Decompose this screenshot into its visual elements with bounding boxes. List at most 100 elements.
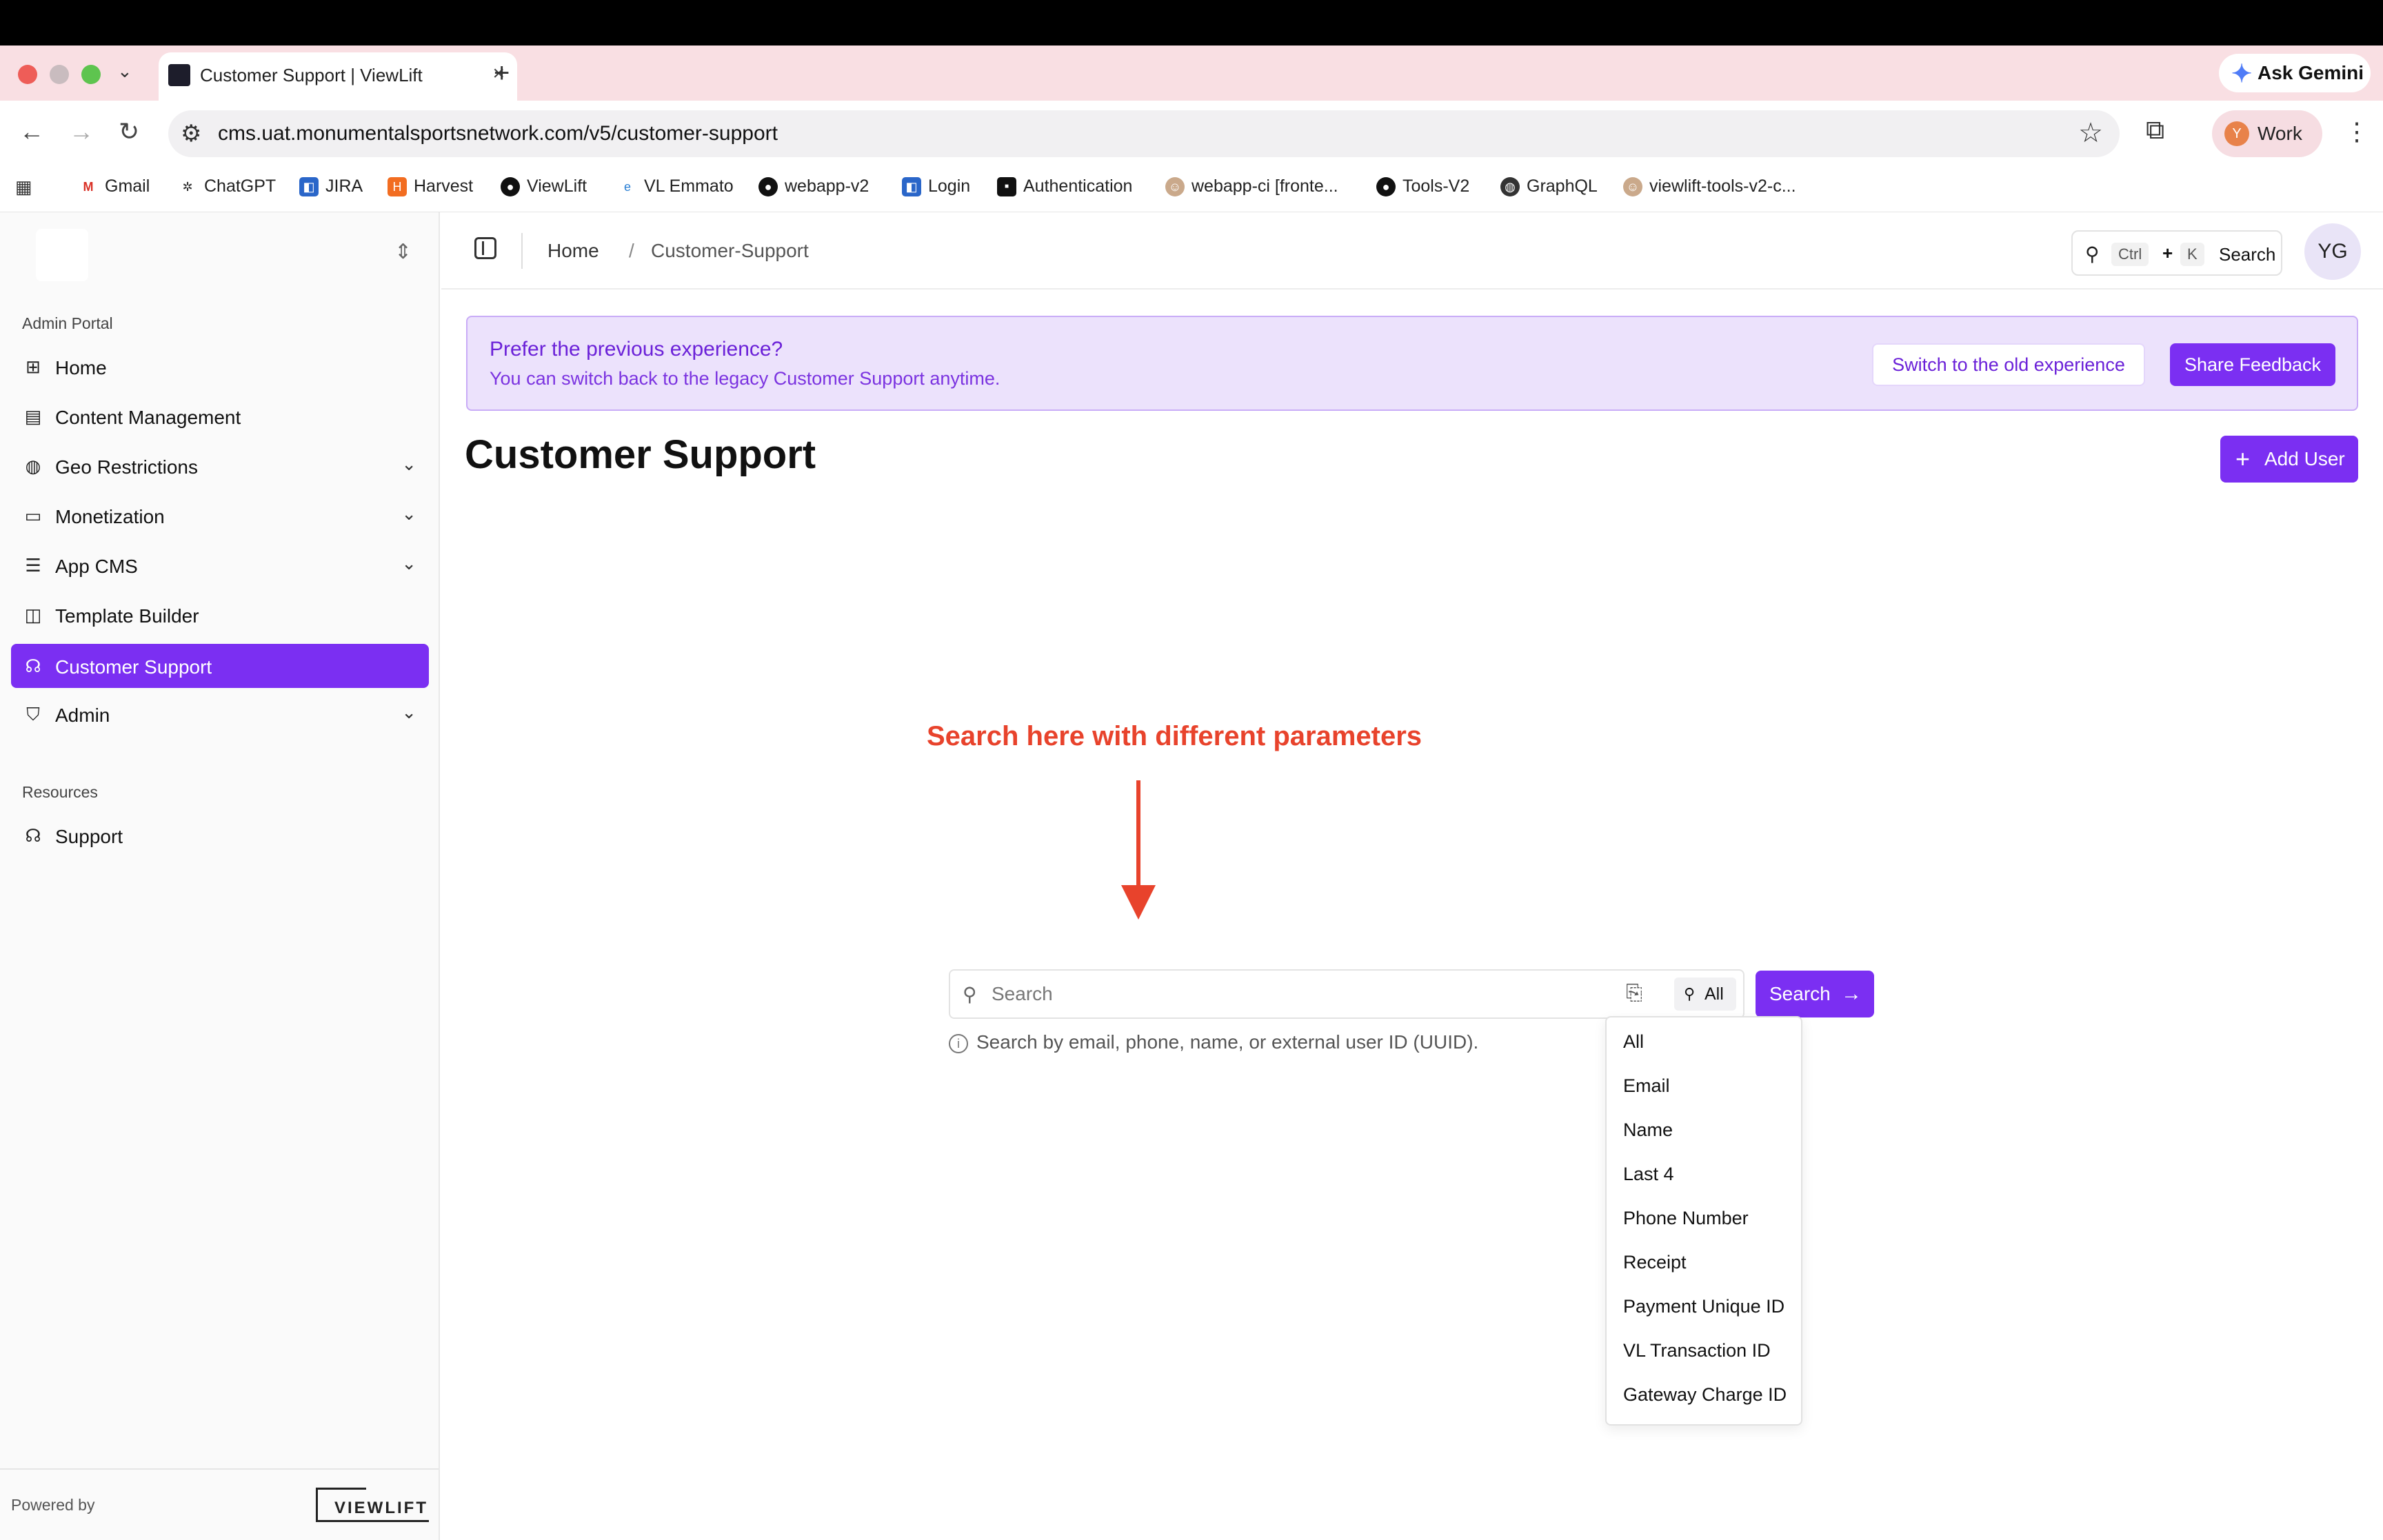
- reload-icon[interactable]: ↻: [119, 117, 139, 146]
- switch-old-experience-button[interactable]: Switch to the old experience: [1872, 343, 2145, 386]
- sidebar-footer-divider: [0, 1468, 439, 1470]
- gmail-icon: M: [79, 176, 98, 196]
- sidebar-item-admin[interactable]: ⛉ Admin ⌄: [11, 692, 429, 736]
- bookmark-graphql[interactable]: ◍ GraphQL: [1500, 176, 1598, 196]
- bookmark-chatgpt[interactable]: ✲ ChatGPT: [178, 176, 276, 196]
- sidebar-item-content-management[interactable]: ▤ Content Management: [11, 394, 429, 438]
- filter-option-all[interactable]: All: [1623, 1031, 1644, 1053]
- org-switcher-chevrons-icon[interactable]: ⇕: [394, 240, 412, 264]
- customer-search-box: ⚲ ⎘ ⚲ All: [949, 969, 1744, 1019]
- tab-favicon-icon: [168, 64, 190, 86]
- apps-grid-icon[interactable]: ▦: [15, 176, 32, 198]
- jira-icon: ◧: [299, 176, 319, 196]
- notice-subtitle: You can switch back to the legacy Custom…: [490, 368, 1001, 389]
- share-feedback-button[interactable]: Share Feedback: [2170, 343, 2335, 386]
- back-arrow-icon[interactable]: ←: [19, 117, 44, 146]
- sidebar-item-support[interactable]: ☊ Support: [11, 813, 429, 858]
- filter-option-payment-unique-id[interactable]: Payment Unique ID: [1623, 1296, 1784, 1317]
- header-divider: [521, 233, 523, 269]
- search-icon: ⚲: [963, 984, 977, 1005]
- tab-title: Customer Support | ViewLift: [200, 65, 423, 85]
- tab-list-chevron-icon[interactable]: ⌄: [117, 61, 132, 82]
- annotation-arrow-head: [1121, 885, 1156, 920]
- forward-arrow-icon[interactable]: →: [69, 117, 94, 146]
- bookmark-gmail[interactable]: M Gmail: [79, 176, 150, 196]
- legacy-notice-banner: Prefer the previous experience? You can …: [466, 316, 2358, 411]
- layout-icon: ◫: [24, 605, 42, 625]
- jira-icon: ◧: [902, 176, 921, 196]
- sidebar-item-geo-restrictions[interactable]: ◍ Geo Restrictions ⌄: [11, 444, 429, 488]
- jenkins-icon: ☺: [1623, 176, 1642, 196]
- new-tab-button[interactable]: +: [494, 58, 510, 89]
- browser-menu-icon[interactable]: ⋮: [2344, 117, 2369, 146]
- dashboard-grid-icon: ⊞: [26, 356, 41, 377]
- window-maximize-button[interactable]: [81, 65, 101, 84]
- filter-option-vl-transaction-id[interactable]: VL Transaction ID: [1623, 1340, 1771, 1361]
- harvest-icon: H: [388, 176, 407, 196]
- site-settings-icon[interactable]: ⚙: [181, 120, 201, 148]
- annotation-arrow-shaft: [1136, 780, 1140, 889]
- sidebar: ⇕ Admin Portal ⊞ Home ▤ Content Manageme…: [0, 212, 440, 1540]
- paste-clipboard-icon[interactable]: ⎘: [1626, 982, 1642, 1005]
- address-bar[interactable]: ⚙ cms.uat.monumentalsportsnetwork.com/v5…: [168, 110, 2120, 157]
- filter-option-gateway-charge-id[interactable]: Gateway Charge ID: [1623, 1384, 1787, 1406]
- bookmark-webapp-v2[interactable]: ● webapp-v2: [758, 176, 869, 196]
- customer-search-input[interactable]: [990, 979, 1597, 1009]
- add-user-button[interactable]: + Add User: [2220, 436, 2358, 483]
- bookmark-viewlift-tools[interactable]: ☺ viewlift-tools-v2-c...: [1623, 176, 1796, 196]
- add-user-label: Add User: [2264, 448, 2345, 469]
- org-logo[interactable]: [36, 229, 88, 281]
- search-filter-dropdown[interactable]: ⚲ All: [1674, 977, 1736, 1011]
- kbd-k: K: [2180, 243, 2204, 266]
- bookmark-vl-emmato[interactable]: e VL Emmato: [618, 176, 734, 196]
- chatgpt-icon: ✲: [178, 176, 197, 196]
- bookmark-viewlift[interactable]: ● ViewLift: [501, 176, 587, 196]
- extensions-puzzle-icon[interactable]: ⧉: [2146, 116, 2164, 145]
- sidebar-item-customer-support[interactable]: ☊ Customer Support: [11, 644, 429, 688]
- filter-option-phone[interactable]: Phone Number: [1623, 1208, 1749, 1229]
- main-header: Home / Customer-Support ⚲ Ctrl + K Searc…: [441, 212, 2383, 290]
- sidebar-item-monetization[interactable]: ▭ Monetization ⌄: [11, 494, 429, 538]
- bookmark-harvest[interactable]: H Harvest: [388, 176, 473, 196]
- filter-option-email[interactable]: Email: [1623, 1075, 1670, 1097]
- search-icon: ⚲: [1684, 985, 1696, 1002]
- github-icon: ●: [1376, 176, 1396, 196]
- sidebar-item-home[interactable]: ⊞ Home: [11, 345, 429, 389]
- search-hint: i Search by email, phone, name, or extern…: [949, 1031, 1478, 1053]
- filter-option-last4[interactable]: Last 4: [1623, 1164, 1674, 1185]
- shield-icon: ⛉: [26, 704, 40, 725]
- breadcrumb-separator: /: [629, 240, 634, 261]
- profile-button[interactable]: Y Work: [2212, 110, 2322, 157]
- bookmark-jira[interactable]: ◧ JIRA: [299, 176, 363, 196]
- sidebar-toggle-icon[interactable]: [474, 237, 496, 259]
- search-submit-button[interactable]: Search →: [1756, 971, 1874, 1017]
- kbd-plus: +: [2162, 243, 2173, 263]
- bookmark-star-icon[interactable]: ☆: [2078, 117, 2103, 149]
- filter-option-name[interactable]: Name: [1623, 1119, 1673, 1141]
- chevron-down-icon: ⌄: [401, 454, 416, 474]
- profile-avatar: Y: [2224, 121, 2249, 146]
- bookmark-tools-v2[interactable]: ● Tools-V2: [1376, 176, 1469, 196]
- filter-option-receipt[interactable]: Receipt: [1623, 1252, 1687, 1273]
- viewlift-logo: VIEWLIFT: [316, 1488, 429, 1522]
- search-filter-value: All: [1705, 984, 1724, 1004]
- ask-gemini-button[interactable]: ✦ Ask Gemini: [2219, 54, 2371, 92]
- section-admin-portal: Admin Portal: [22, 314, 113, 332]
- window-close-button[interactable]: [18, 65, 37, 84]
- jenkins-icon: ☺: [1165, 176, 1185, 196]
- globe-icon: ◍: [1500, 176, 1520, 196]
- window-minimize-button[interactable]: [50, 65, 69, 84]
- global-search-button[interactable]: ⚲ Ctrl + K Search: [2071, 230, 2282, 276]
- breadcrumb-home[interactable]: Home: [547, 240, 599, 262]
- auth-icon: ■: [997, 176, 1016, 196]
- sidebar-item-template-builder[interactable]: ◫ Template Builder: [11, 593, 429, 637]
- sidebar-item-app-cms[interactable]: ☰ App CMS ⌄: [11, 543, 429, 587]
- page-title: Customer Support: [465, 432, 816, 477]
- user-avatar[interactable]: YG: [2304, 223, 2361, 280]
- browser-tab[interactable]: Customer Support | ViewLift ×: [159, 52, 517, 101]
- bookmark-login[interactable]: ◧ Login: [902, 176, 970, 196]
- notice-title: Prefer the previous experience?: [490, 338, 783, 361]
- bookmark-authentication[interactable]: ■ Authentication: [997, 176, 1132, 196]
- film-icon: ▤: [24, 406, 42, 427]
- bookmark-webapp-ci[interactable]: ☺ webapp-ci [fronte...: [1165, 176, 1338, 196]
